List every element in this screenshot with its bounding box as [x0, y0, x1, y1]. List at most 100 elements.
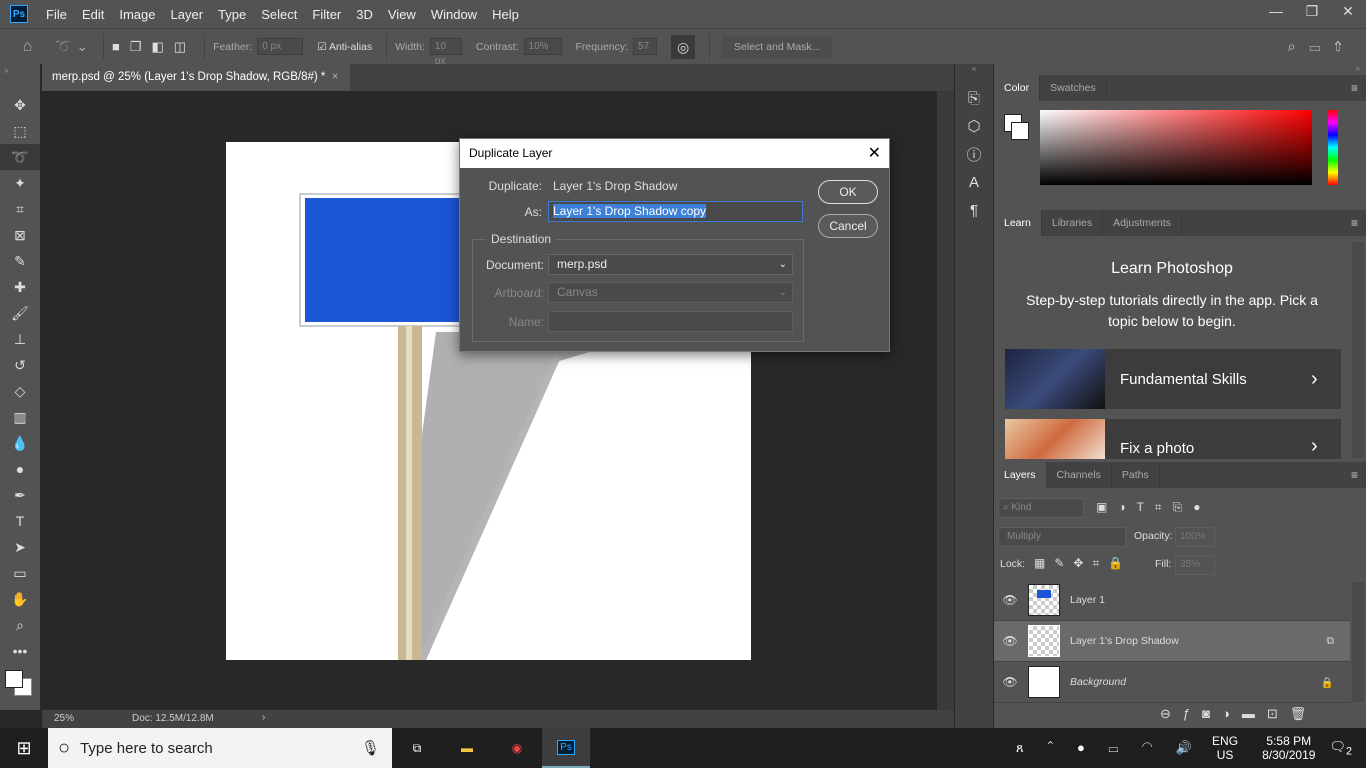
gradient-icon[interactable]: ▥: [0, 404, 40, 430]
fill-input[interactable]: 35%: [1175, 555, 1215, 575]
eraser-icon[interactable]: ◇: [0, 378, 40, 404]
zoom-level[interactable]: 25%: [54, 713, 74, 724]
search-workspace-icons[interactable]: ⌕▭⇧: [1288, 38, 1356, 55]
opacity-input[interactable]: 100%: [1175, 527, 1215, 547]
system-tray-icons[interactable]: ጸ ⌃ ● ▭ ◠ 🔊: [1016, 740, 1202, 756]
magnetic-lasso-icon[interactable]: ➰ ⌄: [55, 38, 95, 55]
select-and-mask-button[interactable]: Select and Mask...: [722, 35, 833, 58]
ok-button[interactable]: OK: [818, 180, 878, 204]
blur-tool-icon[interactable]: 💧: [0, 430, 40, 456]
path-select-icon[interactable]: ➤: [0, 534, 40, 560]
type-tool-icon[interactable]: T: [0, 508, 40, 534]
document-tab[interactable]: merp.psd @ 25% (Layer 1's Drop Shadow, R…: [42, 64, 350, 91]
language-indicator[interactable]: ENG US: [1212, 734, 1238, 762]
layer-row[interactable]: 👁 Background 🔒: [994, 662, 1350, 703]
frame-tool-icon[interactable]: ⊠: [0, 222, 40, 248]
color-swatches[interactable]: [0, 664, 40, 704]
menu-view[interactable]: View: [388, 7, 416, 22]
brush-tool-icon[interactable]: 🖌: [0, 300, 40, 326]
eye-icon[interactable]: 👁: [994, 593, 1026, 607]
panel-menu-icon[interactable]: ≡: [1351, 462, 1358, 488]
antialias-checkbox[interactable]: ☑ Anti-alias: [317, 41, 372, 53]
feather-input[interactable]: 0 px: [257, 38, 304, 55]
cancel-button[interactable]: Cancel: [818, 214, 878, 238]
move-tool-icon[interactable]: ✥: [0, 92, 40, 118]
history-icon[interactable]: ⎘: [955, 84, 993, 112]
hand-tool-icon[interactable]: ✋: [0, 586, 40, 612]
menu-image[interactable]: Image: [119, 7, 155, 22]
menu-edit[interactable]: Edit: [82, 7, 104, 22]
layer-filter-kind[interactable]: ⌕ Kind: [998, 498, 1084, 518]
menu-filter[interactable]: Filter: [312, 7, 341, 22]
tab-channels[interactable]: Channels: [1047, 462, 1112, 488]
stamp-tool-icon[interactable]: ⊥: [0, 326, 40, 352]
panel-menu-icon[interactable]: ≡: [1351, 210, 1358, 236]
history-brush-icon[interactable]: ↺: [0, 352, 40, 378]
lasso-tool-icon[interactable]: ➰: [0, 144, 40, 170]
status-menu-arrow[interactable]: ›: [262, 712, 265, 723]
restore-button[interactable]: ❐: [1294, 0, 1330, 22]
tab-libraries[interactable]: Libraries: [1042, 210, 1104, 236]
layers-scrollbar[interactable]: [1352, 582, 1364, 702]
canvas-scrollbar[interactable]: [937, 91, 954, 710]
healing-brush-icon[interactable]: ✚: [0, 274, 40, 300]
close-tab-icon[interactable]: ×: [332, 71, 339, 83]
paragraph-icon[interactable]: ¶: [955, 196, 993, 224]
dodge-tool-icon[interactable]: ●: [0, 456, 40, 482]
contrast-input[interactable]: 10%: [523, 38, 562, 55]
more-tools-icon[interactable]: •••: [0, 638, 40, 664]
selection-mode-icons[interactable]: ■❐◧◫: [112, 39, 196, 55]
pen-pressure-icon[interactable]: ◎: [671, 34, 696, 59]
chrome-icon[interactable]: ◉: [492, 741, 542, 755]
document-select[interactable]: merp.psd ⌄: [548, 254, 793, 275]
eye-icon[interactable]: 👁: [994, 675, 1026, 689]
file-explorer-icon[interactable]: ▬: [442, 741, 492, 755]
crop-tool-icon[interactable]: ⌗: [0, 196, 40, 222]
menu-layer[interactable]: Layer: [171, 7, 204, 22]
background-color[interactable]: [1011, 122, 1029, 140]
dialog-close-icon[interactable]: ✕: [868, 139, 881, 168]
menu-window[interactable]: Window: [431, 7, 477, 22]
tab-learn[interactable]: Learn: [994, 210, 1042, 236]
marquee-tool-icon[interactable]: ⬚: [0, 118, 40, 144]
info-icon[interactable]: ⓘ: [955, 140, 993, 168]
menu-help[interactable]: Help: [492, 7, 519, 22]
photoshop-taskbar-icon[interactable]: Ps: [542, 728, 590, 768]
tutorial-card-fix-photo[interactable]: Fix a photo ›: [1005, 419, 1341, 459]
rectangle-tool-icon[interactable]: ▭: [0, 560, 40, 586]
panel-menu-icon[interactable]: ≡: [1351, 75, 1358, 101]
taskbar-search[interactable]: ○ Type here to search 🎙: [48, 728, 392, 768]
windows-start-icon[interactable]: ⊞: [0, 738, 48, 759]
lock-icons[interactable]: ▦✎✥⌗🔒: [1034, 556, 1132, 571]
layer-row-selected[interactable]: 👁 Layer 1's Drop Shadow ⧉: [994, 621, 1350, 662]
microphone-icon[interactable]: 🎙: [361, 739, 380, 757]
tab-paths[interactable]: Paths: [1112, 462, 1160, 488]
width-input[interactable]: 10 px: [429, 38, 462, 67]
eye-icon[interactable]: 👁: [994, 634, 1026, 648]
learn-scrollbar[interactable]: [1352, 242, 1364, 458]
layer-filter-icons[interactable]: ▣◑T⌗⎘●: [1096, 500, 1212, 515]
menu-type[interactable]: Type: [218, 7, 246, 22]
menu-select[interactable]: Select: [261, 7, 297, 22]
layer-row[interactable]: 👁 Layer 1: [994, 580, 1350, 621]
tutorial-card-fundamental[interactable]: Fundamental Skills ›: [1005, 349, 1341, 409]
frequency-input[interactable]: 57: [633, 38, 658, 55]
notification-icon[interactable]: 🗨2: [1329, 739, 1352, 758]
magic-wand-icon[interactable]: ✦: [0, 170, 40, 196]
tab-adjustments[interactable]: Adjustments: [1103, 210, 1182, 236]
clock[interactable]: 5:58 PM 8/30/2019: [1262, 734, 1315, 762]
tab-swatches[interactable]: Swatches: [1040, 75, 1107, 101]
tab-layers[interactable]: Layers: [994, 462, 1047, 488]
hue-slider[interactable]: [1328, 110, 1338, 185]
pen-tool-icon[interactable]: ✒: [0, 482, 40, 508]
home-icon[interactable]: ⌂: [0, 38, 55, 56]
task-view-icon[interactable]: ⧉: [392, 741, 442, 756]
3d-icon[interactable]: ⬡: [955, 112, 993, 140]
color-field[interactable]: [1040, 110, 1312, 185]
zoom-tool-icon[interactable]: ⌕: [0, 612, 40, 638]
close-window-button[interactable]: ✕: [1330, 0, 1366, 22]
layer-bottom-buttons[interactable]: ⊖ƒ◙◑▬⊡🗑: [1160, 706, 1318, 722]
character-icon[interactable]: A: [955, 168, 993, 196]
tab-color[interactable]: Color: [994, 75, 1041, 101]
menu-file[interactable]: File: [46, 7, 67, 22]
